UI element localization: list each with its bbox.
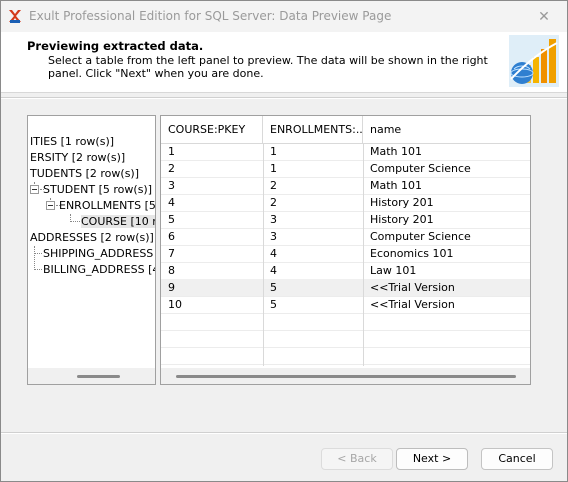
tree-item[interactable]: STUDENT [5 row(s)] bbox=[43, 182, 152, 197]
wizard-header: Previewing extracted data. Select a tabl… bbox=[1, 32, 567, 93]
tree-collapse-icon[interactable] bbox=[30, 185, 39, 194]
cell-enrollments: 1 bbox=[270, 145, 277, 158]
cell-enrollments: 3 bbox=[270, 230, 277, 243]
cell-pkey: 5 bbox=[168, 213, 175, 226]
horizontal-scrollbar[interactable] bbox=[28, 368, 155, 384]
cell-pkey: 1 bbox=[168, 145, 175, 158]
header-divider bbox=[1, 97, 567, 99]
horizontal-scrollbar[interactable] bbox=[161, 368, 530, 384]
title-bar: Exult Professional Edition for SQL Serve… bbox=[1, 1, 567, 32]
close-button[interactable]: ✕ bbox=[521, 1, 567, 32]
cell-pkey: 8 bbox=[168, 264, 175, 277]
cell-enrollments: 5 bbox=[270, 281, 277, 294]
tree-item-label: COURSE [10 ro bbox=[81, 215, 155, 228]
table-row[interactable]: 4 2 History 201 bbox=[161, 194, 530, 212]
dialog-window: Exult Professional Edition for SQL Serve… bbox=[0, 0, 568, 482]
tree-item[interactable]: ADDRESSES [2 row(s)] bbox=[30, 230, 154, 245]
column-header[interactable]: name bbox=[363, 116, 530, 143]
empty-row bbox=[161, 347, 530, 365]
empty-row bbox=[161, 313, 530, 331]
back-button[interactable]: < Back bbox=[321, 448, 393, 470]
tree-item-label: SHIPPING_ADDRESS [4 bbox=[43, 247, 156, 260]
cell-name: Math 101 bbox=[370, 145, 423, 158]
cancel-button[interactable]: Cancel bbox=[481, 448, 553, 470]
tree-item[interactable]: ERSITY [2 row(s)] bbox=[30, 150, 125, 165]
table-row[interactable]: 8 4 Law 101 bbox=[161, 262, 530, 280]
next-button[interactable]: Next > bbox=[396, 448, 468, 470]
tree-connector bbox=[34, 269, 42, 270]
cell-pkey: 4 bbox=[168, 196, 175, 209]
tree-item-label: ITIES [1 row(s)] bbox=[30, 135, 115, 148]
cell-name: History 201 bbox=[370, 213, 434, 226]
cell-name: Economics 101 bbox=[370, 247, 454, 260]
scrollbar-thumb[interactable] bbox=[176, 375, 516, 378]
tree-item[interactable]: BILLING_ADDRESS [4 r bbox=[43, 262, 156, 277]
tree-item-label: BILLING_ADDRESS [4 r bbox=[43, 263, 156, 276]
column-header[interactable]: ENROLLMENTS:... bbox=[263, 116, 363, 143]
cell-pkey: 10 bbox=[168, 298, 182, 311]
tree-item-label: STUDENT [5 row(s)] bbox=[43, 183, 153, 196]
tree-item[interactable]: ITIES [1 row(s)] bbox=[30, 134, 114, 149]
cell-name: Math 101 bbox=[370, 179, 423, 192]
cell-name: Law 101 bbox=[370, 264, 417, 277]
cell-enrollments: 1 bbox=[270, 162, 277, 175]
data-preview-grid[interactable]: COURSE:PKEY ENROLLMENTS:... name 1 1 Mat… bbox=[160, 115, 531, 385]
tree-item-label: TUDENTS [2 row(s)] bbox=[30, 167, 140, 180]
cell-enrollments: 5 bbox=[270, 298, 277, 311]
table-row[interactable]: 6 3 Computer Science bbox=[161, 228, 530, 246]
footer-divider bbox=[1, 432, 567, 434]
cell-name: <<Trial Version bbox=[370, 281, 455, 294]
cell-enrollments: 4 bbox=[270, 264, 277, 277]
tree-item-label: ERSITY [2 row(s)] bbox=[30, 151, 126, 164]
tree-item[interactable]: TUDENTS [2 row(s)] bbox=[30, 166, 139, 181]
column-header[interactable]: COURSE:PKEY bbox=[161, 116, 263, 143]
tree-item-selected[interactable]: COURSE [10 ro bbox=[81, 214, 155, 229]
table-tree-panel[interactable]: ITIES [1 row(s)] ERSITY [2 row(s)] TUDEN… bbox=[27, 115, 156, 385]
grid-header: COURSE:PKEY ENROLLMENTS:... name bbox=[161, 116, 530, 144]
cell-pkey: 3 bbox=[168, 179, 175, 192]
table-row[interactable]: 7 4 Economics 101 bbox=[161, 245, 530, 263]
cell-name: <<Trial Version bbox=[370, 298, 455, 311]
cell-name: Computer Science bbox=[370, 230, 471, 243]
tree-connector bbox=[34, 246, 35, 270]
cell-enrollments: 4 bbox=[270, 247, 277, 260]
cell-pkey: 2 bbox=[168, 162, 175, 175]
app-logo-icon bbox=[8, 9, 22, 23]
cell-enrollments: 3 bbox=[270, 213, 277, 226]
table-row[interactable]: 3 2 Math 101 bbox=[161, 177, 530, 195]
tree-item-label: ADDRESSES [2 row(s)] bbox=[30, 231, 154, 244]
table-row[interactable]: 2 1 Computer Science bbox=[161, 160, 530, 178]
table-row-selected[interactable]: 9 5 <<Trial Version bbox=[161, 279, 530, 297]
cell-name: History 201 bbox=[370, 196, 434, 209]
header-description: Select a table from the left panel to pr… bbox=[48, 54, 488, 80]
tree-connector bbox=[70, 221, 80, 222]
column-divider bbox=[263, 143, 264, 366]
tree-collapse-icon[interactable] bbox=[46, 201, 55, 210]
tree-connector bbox=[34, 253, 42, 254]
tree-item[interactable]: SHIPPING_ADDRESS [4 bbox=[43, 246, 156, 261]
table-row[interactable]: 1 1 Math 101 bbox=[161, 143, 530, 161]
cell-pkey: 6 bbox=[168, 230, 175, 243]
cell-pkey: 9 bbox=[168, 281, 175, 294]
cell-pkey: 7 bbox=[168, 247, 175, 260]
table-row[interactable]: 5 3 History 201 bbox=[161, 211, 530, 229]
cell-name: Computer Science bbox=[370, 162, 471, 175]
table-row[interactable]: 10 5 <<Trial Version bbox=[161, 296, 530, 314]
tree-item[interactable]: ENROLLMENTS [5 r bbox=[59, 198, 156, 213]
window-title: Exult Professional Edition for SQL Serve… bbox=[29, 9, 392, 23]
empty-row bbox=[161, 330, 530, 348]
cell-enrollments: 2 bbox=[270, 179, 277, 192]
cell-enrollments: 2 bbox=[270, 196, 277, 209]
scrollbar-thumb[interactable] bbox=[77, 375, 120, 378]
column-divider bbox=[363, 143, 364, 366]
header-title: Previewing extracted data. bbox=[27, 39, 204, 53]
tree-item-label: ENROLLMENTS [5 r bbox=[59, 199, 156, 212]
bar-chart-globe-icon bbox=[509, 35, 559, 87]
